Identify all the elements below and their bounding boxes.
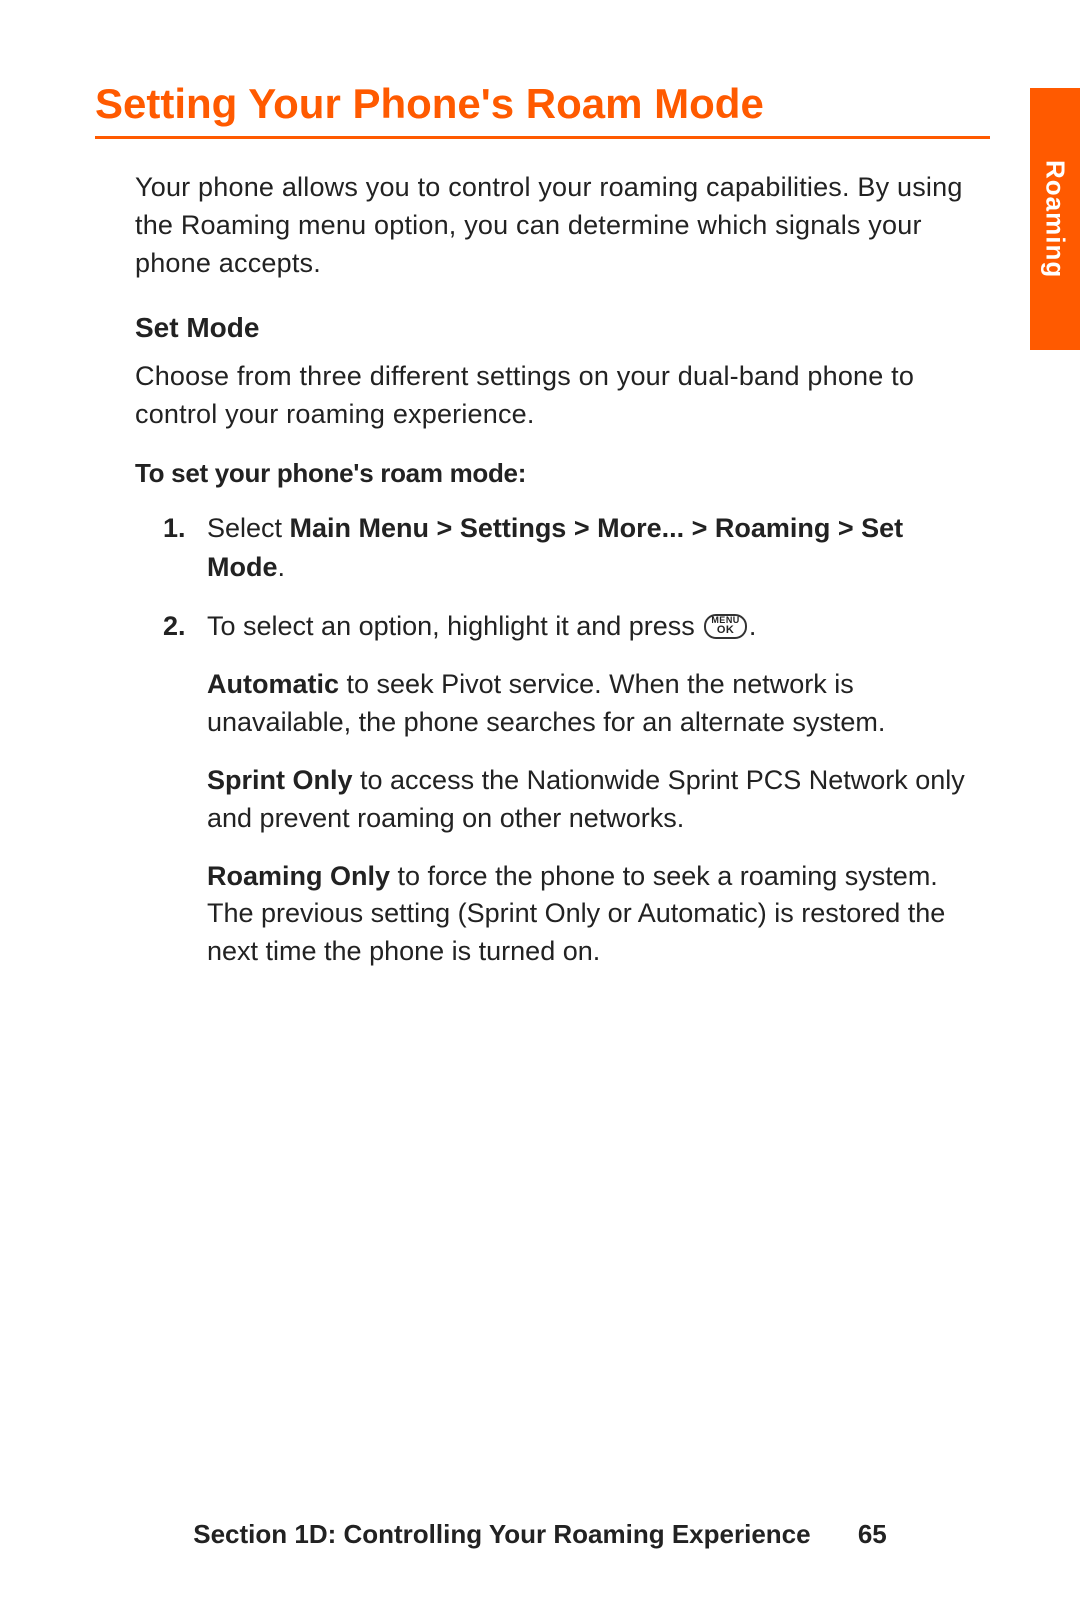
- option-automatic: Automatic to seek Pivot service. When th…: [207, 666, 980, 742]
- option-sprint-only-label: Sprint Only: [207, 765, 353, 795]
- title-rule: [95, 136, 990, 139]
- intro-paragraph: Your phone allows you to control your ro…: [135, 169, 980, 282]
- icon-ok-label: OK: [711, 625, 740, 636]
- steps-list: 1. Select Main Menu > Settings > More...…: [163, 509, 980, 646]
- option-roaming-only: Roaming Only to force the phone to seek …: [207, 858, 980, 971]
- menu-ok-button-icon: MENUOK: [704, 614, 747, 639]
- section-tab-roaming: Roaming: [1030, 88, 1080, 350]
- body-content: Your phone allows you to control your ro…: [135, 169, 980, 971]
- step-1-post: .: [278, 552, 286, 582]
- step-1-pre: Select: [207, 513, 290, 543]
- manual-page: Setting Your Phone's Roam Mode Your phon…: [0, 0, 1080, 1620]
- step-2-post: .: [749, 611, 757, 641]
- step-1-number: 1.: [163, 509, 186, 548]
- step-2-pre: To select an option, highlight it and pr…: [207, 611, 702, 641]
- footer-section-label: Section 1D: Controlling Your Roaming Exp…: [193, 1519, 810, 1549]
- step-1: 1. Select Main Menu > Settings > More...…: [163, 509, 980, 587]
- option-automatic-label: Automatic: [207, 669, 339, 699]
- step-2-number: 2.: [163, 607, 186, 646]
- page-number: 65: [858, 1519, 887, 1550]
- option-sprint-only: Sprint Only to access the Nationwide Spr…: [207, 762, 980, 838]
- page-footer: Section 1D: Controlling Your Roaming Exp…: [0, 1519, 1080, 1550]
- step-1-menu-path: Main Menu > Settings > More... > Roaming…: [207, 513, 903, 582]
- procedure-heading: To set your phone's roam mode:: [135, 458, 980, 489]
- set-mode-paragraph: Choose from three different settings on …: [135, 358, 980, 434]
- page-title: Setting Your Phone's Roam Mode: [95, 80, 990, 128]
- set-mode-heading: Set Mode: [135, 312, 980, 344]
- option-roaming-only-label: Roaming Only: [207, 861, 390, 891]
- step-2: 2. To select an option, highlight it and…: [163, 607, 980, 646]
- roam-options-block: Automatic to seek Pivot service. When th…: [207, 666, 980, 971]
- section-tab-label: Roaming: [1040, 160, 1071, 278]
